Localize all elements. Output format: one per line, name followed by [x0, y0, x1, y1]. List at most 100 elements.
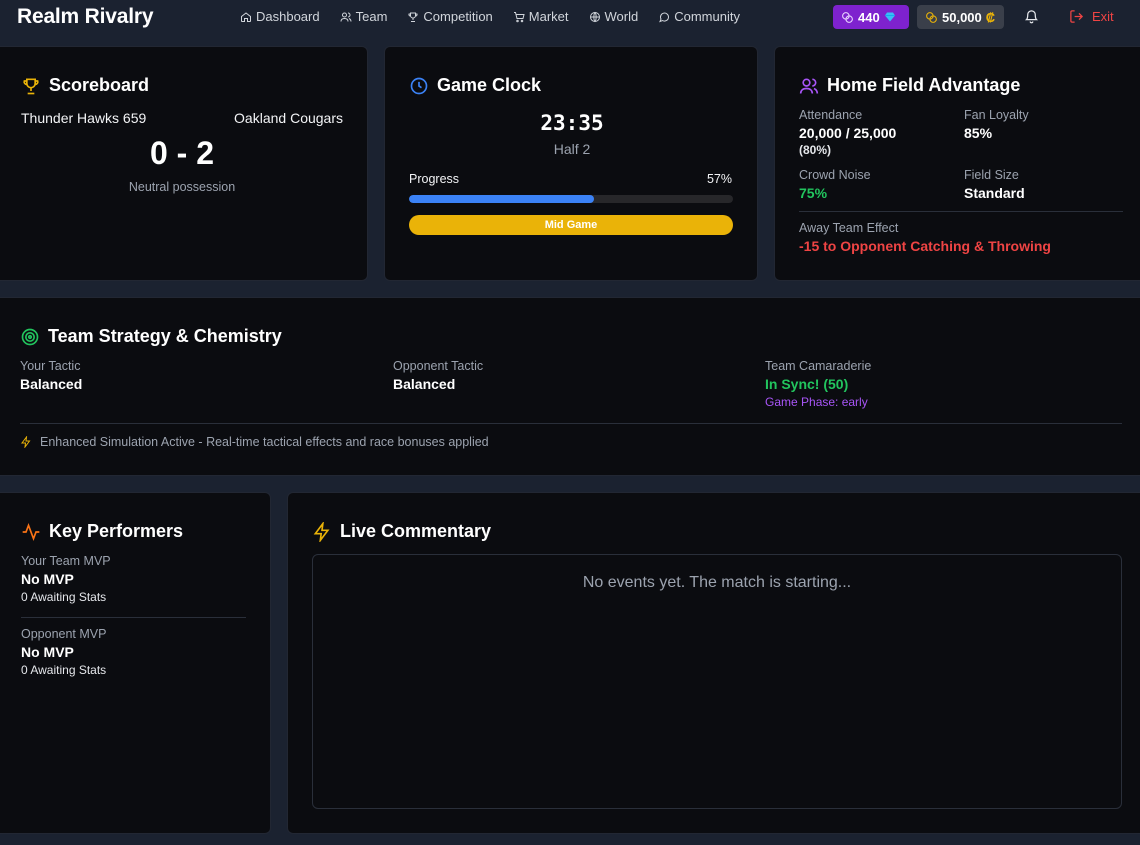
divider	[20, 423, 1122, 424]
exit-button[interactable]: Exit	[1069, 9, 1114, 24]
fan-loyalty-value: 85%	[964, 125, 993, 141]
commentary-feed[interactable]: No events yet. The match is starting...	[312, 554, 1122, 809]
nav-community[interactable]: Community	[658, 9, 740, 24]
gems-counter[interactable]: 440	[833, 5, 909, 29]
home-field-card: Home Field Advantage Attendance 20,000 /…	[774, 46, 1140, 281]
strategy-title: Team Strategy & Chemistry	[20, 326, 282, 347]
nav-market[interactable]: Market	[513, 9, 569, 24]
game-clock-title: Game Clock	[409, 75, 541, 96]
lightning-icon	[21, 436, 31, 448]
away-team-name: Oakland Cougars	[234, 110, 343, 126]
logout-icon	[1070, 10, 1084, 23]
performers-title-text: Key Performers	[49, 521, 184, 541]
live-commentary-card: Live Commentary No events yet. The match…	[287, 492, 1140, 834]
nav-dashboard-label: Dashboard	[256, 9, 320, 24]
progress-percent: 57%	[706, 172, 732, 186]
nav-competition[interactable]: Competition	[407, 9, 493, 24]
notifications-button[interactable]	[1024, 9, 1039, 29]
attendance-percent: (80%)	[799, 143, 832, 157]
opponent-mvp-label: Opponent MVP	[21, 627, 107, 641]
chat-icon	[659, 12, 670, 22]
opponent-tactic-value: Balanced	[393, 376, 456, 392]
trophy-icon	[23, 78, 39, 94]
commentary-title: Live Commentary	[312, 521, 491, 542]
nav-dashboard[interactable]: Dashboard	[240, 9, 320, 24]
home-team-name: Thunder Hawks 659	[21, 110, 147, 126]
clock-half: Half 2	[553, 141, 591, 157]
progress-track	[409, 195, 733, 203]
game-clock-title-text: Game Clock	[437, 75, 542, 95]
away-effect-value: -15 to Opponent Catching & Throwing	[799, 238, 1051, 254]
key-performers-card: Key Performers Your Team MVP No MVP 0 Aw…	[0, 492, 271, 834]
progress-label: Progress	[409, 172, 460, 186]
exit-label: Exit	[1092, 9, 1114, 24]
opponent-tactic-label: Opponent Tactic	[393, 359, 484, 373]
opponent-mvp-name: No MVP	[21, 644, 74, 660]
credit-symbol: ₡	[985, 9, 996, 25]
camaraderie-label: Team Camaraderie	[765, 359, 872, 373]
scoreboard-card: Scoreboard Thunder Hawks 659 Oakland Cou…	[0, 46, 368, 281]
credits-value: 50,000	[942, 9, 982, 25]
top-bar: Realm Rivalry Dashboard Team Competition…	[0, 0, 1140, 34]
nav-team[interactable]: Team	[340, 9, 388, 24]
performers-title: Key Performers	[21, 521, 183, 542]
phase-badge: Mid Game	[409, 215, 733, 235]
your-mvp-stats: 0 Awaiting Stats	[21, 590, 107, 604]
score: 0 - 2	[149, 135, 215, 171]
scoreboard-title: Scoreboard	[21, 75, 149, 96]
crowd-noise-value: 75%	[799, 185, 828, 201]
trophy-icon	[408, 12, 418, 22]
gem-icon	[884, 12, 895, 22]
field-size-value: Standard	[964, 185, 1025, 201]
coins-icon	[842, 11, 853, 23]
lightning-icon	[313, 521, 330, 542]
game-phase: Game Phase: early	[765, 395, 868, 409]
scoreboard-title-text: Scoreboard	[49, 75, 150, 95]
users-icon	[340, 12, 352, 22]
your-mvp-name: No MVP	[21, 571, 74, 587]
commentary-empty: No events yet. The match is starting...	[582, 574, 852, 591]
nav-market-label: Market	[528, 9, 569, 24]
coins-icon	[926, 11, 937, 23]
crowd-noise-label: Crowd Noise	[799, 168, 871, 182]
nav-world-label: World	[604, 9, 639, 24]
gems-value: 440	[858, 9, 880, 25]
camaraderie-value: In Sync! (50)	[765, 376, 849, 392]
cart-icon	[513, 11, 525, 22]
sim-note: Enhanced Simulation Active - Real-time t…	[20, 435, 489, 449]
credits-counter[interactable]: 50,000 ₡	[917, 5, 1004, 29]
nav-competition-label: Competition	[423, 9, 493, 24]
bell-icon	[1024, 10, 1039, 24]
target-icon	[21, 328, 39, 345]
game-clock-card: Game Clock 23:35 Half 2 Progress 57% Mid…	[384, 46, 758, 281]
possession-status: Neutral possession	[128, 180, 236, 194]
attendance-value: 20,000 / 25,000	[799, 125, 897, 141]
users-icon	[799, 78, 819, 94]
activity-icon	[22, 522, 40, 541]
main-nav: Dashboard Team Competition Market World …	[240, 9, 740, 24]
field-size-label: Field Size	[964, 168, 1019, 182]
home-field-title: Home Field Advantage	[799, 75, 1020, 96]
globe-icon	[589, 11, 600, 22]
divider	[21, 617, 246, 618]
nav-community-label: Community	[674, 9, 740, 24]
progress-fill	[409, 195, 594, 203]
your-tactic-label: Your Tactic	[20, 359, 81, 373]
your-mvp-label: Your Team MVP	[21, 554, 111, 568]
strategy-panel: Team Strategy & Chemistry Your Tactic Ba…	[0, 297, 1140, 476]
strategy-title-text: Team Strategy & Chemistry	[48, 326, 282, 346]
commentary-title-text: Live Commentary	[340, 521, 492, 541]
nav-world[interactable]: World	[589, 9, 639, 24]
clock-icon	[410, 77, 428, 94]
nav-team-label: Team	[355, 9, 388, 24]
clock-time: 23:35	[540, 111, 604, 135]
sim-note-text: Enhanced Simulation Active - Real-time t…	[40, 435, 489, 449]
away-effect-label: Away Team Effect	[799, 221, 899, 235]
home-field-title-text: Home Field Advantage	[827, 75, 1021, 95]
home-icon	[241, 11, 251, 22]
attendance-label: Attendance	[799, 108, 863, 122]
opponent-mvp-stats: 0 Awaiting Stats	[21, 663, 107, 677]
your-tactic-value: Balanced	[20, 376, 83, 392]
fan-loyalty-label: Fan Loyalty	[964, 108, 1029, 122]
app-title[interactable]: Realm Rivalry	[17, 5, 154, 29]
